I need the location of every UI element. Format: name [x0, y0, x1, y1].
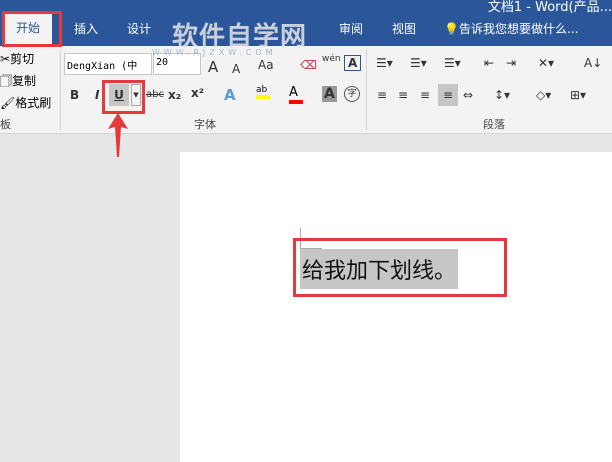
format-painter-button[interactable]: 🖌格式刷	[0, 94, 51, 111]
font-color-swatch	[289, 100, 303, 104]
character-shading-button[interactable]: A	[322, 86, 337, 102]
tab-insert[interactable]: 插入	[74, 20, 98, 37]
font-group-label: 字体	[194, 118, 216, 131]
copy-label: 复制	[12, 74, 37, 88]
text-effects-button[interactable]: A	[224, 86, 236, 104]
document-page[interactable]: 给我加下划线。	[180, 152, 612, 462]
tell-me-search[interactable]: 💡告诉我您想要做什么...	[444, 20, 578, 37]
bullets-icon[interactable]: ☰▾	[376, 56, 393, 70]
line-spacing-icon[interactable]: ↕▾	[494, 88, 510, 102]
divider	[60, 50, 61, 130]
justify-icon[interactable]: ≡	[438, 84, 458, 106]
sort-icon[interactable]: A↓	[584, 56, 602, 70]
character-border-button[interactable]: A	[344, 55, 362, 71]
multilevel-list-icon[interactable]: ☰▾	[444, 56, 461, 70]
annotation-box-home-tab	[2, 11, 62, 47]
chinese-layout-icon[interactable]: ✕▾	[538, 56, 554, 70]
lightbulb-icon: 💡	[444, 22, 459, 36]
divider	[366, 50, 367, 130]
distributed-icon[interactable]: ⇔	[463, 88, 473, 102]
subscript-button[interactable]: x₂	[168, 88, 181, 102]
cut-button[interactable]: ✂剪切	[0, 50, 34, 67]
change-case-button[interactable]: Aa	[258, 58, 274, 72]
watermark-url: WWW.RJZXW.COM	[152, 48, 277, 57]
decrease-indent-icon[interactable]: ⇤	[484, 56, 494, 70]
enclose-characters-button[interactable]: 字	[344, 86, 360, 102]
clear-format-icon[interactable]: ⌫	[300, 58, 317, 72]
shrink-font-button[interactable]: A	[232, 62, 240, 76]
tab-design[interactable]: 设计	[127, 20, 151, 37]
highlight-button[interactable]: ab	[256, 85, 270, 99]
font-color-button[interactable]: A	[289, 85, 303, 104]
phonetic-guide-button[interactable]: wén	[322, 54, 341, 64]
strikethrough-button[interactable]: abc	[146, 89, 164, 100]
italic-button[interactable]: I	[95, 88, 99, 102]
format-painter-label: 格式刷	[15, 96, 52, 110]
superscript-button[interactable]: x²	[191, 86, 204, 100]
copy-icon: 🗍	[0, 74, 12, 88]
brush-icon: 🖌	[0, 96, 16, 110]
numbering-icon[interactable]: ☰▾	[410, 56, 427, 70]
shading-icon[interactable]: ◇▾	[536, 88, 551, 102]
annotation-box-text	[293, 238, 507, 297]
copy-button[interactable]: 🗍复制	[0, 72, 36, 93]
font-name-select[interactable]: DengXian (中	[64, 53, 152, 75]
cut-label: 剪切	[10, 52, 35, 66]
grow-font-button[interactable]: A	[208, 58, 218, 76]
borders-icon[interactable]: ⊞▾	[570, 88, 586, 102]
align-center-icon[interactable]: ≡	[398, 88, 408, 102]
align-left-icon[interactable]: ≡	[377, 88, 387, 102]
bold-button[interactable]: B	[70, 88, 79, 102]
tab-view[interactable]: 视图	[392, 20, 416, 37]
annotation-box-underline	[102, 80, 145, 114]
scissors-icon: ✂	[0, 52, 11, 66]
window-title: 文档1 - Word(产品...	[487, 0, 612, 15]
font-color-label: A	[289, 85, 298, 100]
align-right-icon[interactable]: ≡	[420, 88, 430, 102]
annotation-arrow-icon	[108, 113, 128, 157]
highlight-color-swatch	[256, 95, 270, 99]
clipboard-group-label: 板	[0, 118, 11, 131]
tab-review[interactable]: 审阅	[339, 20, 363, 37]
tell-me-text: 告诉我您想要做什么...	[458, 22, 579, 36]
paragraph-group-label: 段落	[483, 118, 505, 131]
increase-indent-icon[interactable]: ⇥	[506, 56, 516, 70]
